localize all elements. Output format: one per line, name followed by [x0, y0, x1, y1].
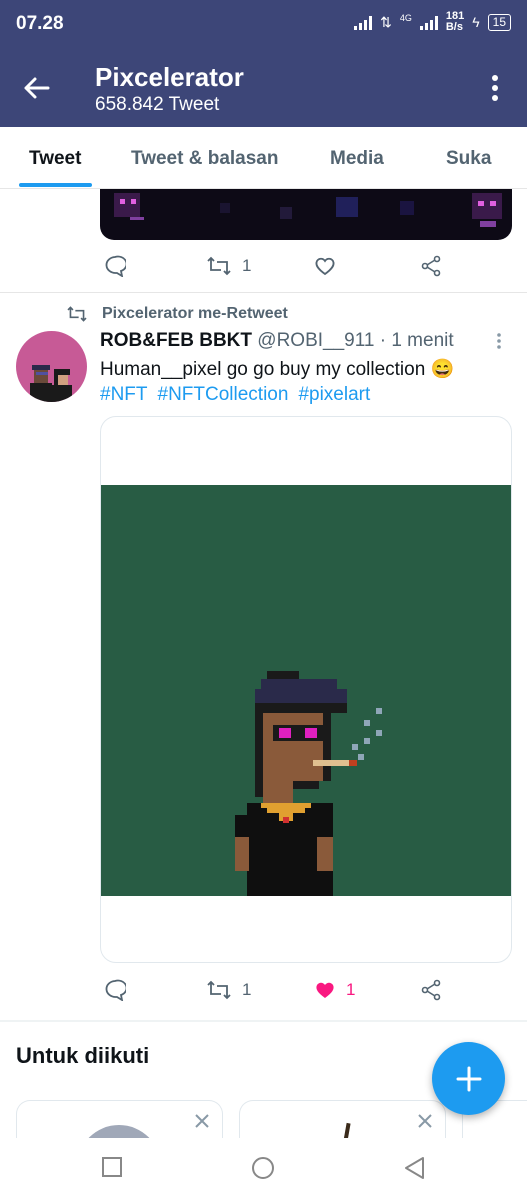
- divider: [0, 292, 527, 293]
- tweet-header: ROB&FEB BBKT @ROBI__911 · 1 menit: [100, 330, 454, 352]
- dismiss-icon[interactable]: [194, 1113, 210, 1134]
- plus-icon: [456, 1066, 481, 1091]
- home-icon[interactable]: [251, 1156, 275, 1185]
- back-nav-icon[interactable]: [403, 1156, 425, 1185]
- dismiss-icon-2[interactable]: [417, 1113, 433, 1134]
- tab-media[interactable]: Media: [330, 148, 384, 170]
- recent-apps-icon[interactable]: [101, 1156, 123, 1183]
- back-arrow-icon[interactable]: [22, 74, 50, 107]
- pixel-art-image: [101, 485, 511, 896]
- status-time: 07.28: [16, 13, 64, 34]
- like-count: 1: [346, 980, 356, 999]
- speed-indicator: 181 B/s: [446, 11, 464, 33]
- active-tab-indicator: [19, 183, 92, 187]
- retweet-small-icon: [67, 306, 87, 322]
- system-nav-bar: [0, 1138, 527, 1200]
- who-to-follow-title: Untuk diikuti: [16, 1043, 150, 1068]
- profile-title: Pixcelerator: [95, 62, 244, 92]
- speed-unit: B/s: [445, 21, 463, 33]
- reply-icon: [105, 979, 126, 1001]
- status-bar: 07.28 ⇅ 4G 181 B/s ϟ 15: [0, 0, 527, 48]
- retweet-icon: [207, 256, 231, 276]
- author-name[interactable]: ROB&FEB BBKT: [100, 330, 252, 351]
- prev-retweet-button[interactable]: 1: [206, 255, 251, 277]
- retweet-context-label: Pixcelerator me-Retweet: [102, 305, 288, 322]
- app-bar: Pixcelerator 658.842 Tweet: [0, 48, 527, 127]
- previous-tweet-media[interactable]: [100, 189, 512, 240]
- tweet-more-icon[interactable]: [496, 332, 502, 355]
- like-button[interactable]: 1: [314, 979, 355, 1001]
- tab-tweet[interactable]: Tweet: [29, 148, 81, 170]
- network-type: 4G: [399, 13, 412, 23]
- hashtag-nft[interactable]: #NFT: [100, 384, 148, 406]
- hashtag-nftcollection[interactable]: #NFTCollection: [158, 384, 289, 406]
- compose-tweet-button[interactable]: [432, 1042, 505, 1115]
- status-icons: ⇅ 4G 181 B/s ϟ 15: [354, 11, 511, 33]
- avatar[interactable]: [16, 331, 87, 402]
- reply-icon[interactable]: [104, 255, 126, 277]
- retweet-icon: [207, 980, 231, 1000]
- retweet-count: 1: [242, 980, 252, 999]
- tweet-media-image[interactable]: [100, 416, 512, 963]
- heart-filled-icon: [316, 982, 334, 998]
- hashtag-pixelart[interactable]: #pixelart: [298, 384, 370, 406]
- profile-tabs: Tweet Tweet & balasan Media Suka: [0, 127, 527, 189]
- tab-tweet-replies[interactable]: Tweet & balasan: [131, 148, 278, 170]
- author-handle[interactable]: @ROBI__911: [257, 330, 374, 351]
- share-icon: [421, 979, 441, 1001]
- signal-icon-2: [419, 14, 438, 30]
- more-options-icon[interactable]: [491, 74, 499, 107]
- retweet-context[interactable]: Pixcelerator me-Retweet: [66, 305, 288, 323]
- section-divider: [0, 1020, 527, 1022]
- battery-icon: 15: [487, 13, 511, 31]
- signal-icon: [354, 14, 373, 30]
- tweet-text: Human__pixel go go buy my collection 😄: [100, 359, 455, 380]
- tweet-actions: 1 1: [100, 975, 480, 1005]
- retweet-button[interactable]: 1: [206, 979, 251, 1001]
- data-arrows-icon: ⇅: [380, 13, 392, 30]
- tab-likes[interactable]: Suka: [446, 148, 491, 170]
- like-icon[interactable]: [314, 255, 336, 277]
- tweet-count: 658.842 Tweet: [95, 94, 220, 115]
- retweet-count: 1: [242, 256, 252, 275]
- charging-icon: ϟ: [472, 14, 480, 30]
- hashtags: #NFT #NFTCollection #pixelart: [100, 384, 370, 406]
- share-button[interactable]: [420, 979, 442, 1001]
- reply-button[interactable]: [104, 979, 126, 1001]
- prev-tweet-actions: 1: [100, 251, 480, 281]
- share-icon[interactable]: [420, 255, 442, 277]
- tweet-time: · 1 menit: [379, 330, 454, 351]
